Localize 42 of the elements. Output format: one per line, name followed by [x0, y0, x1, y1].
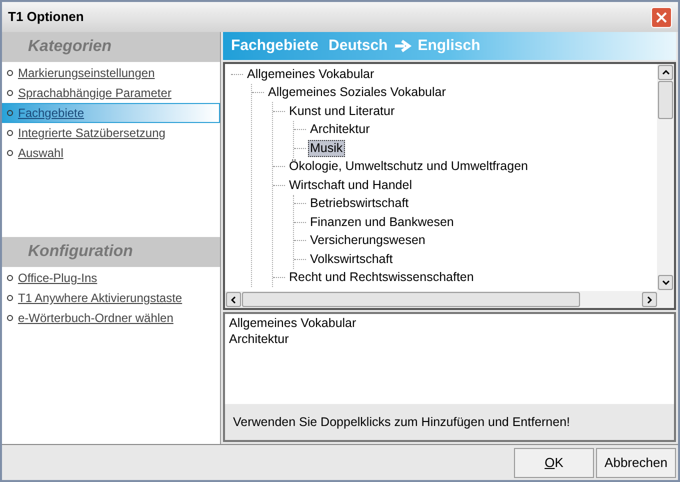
tree-item[interactable]: Kunst und Literatur: [287, 102, 397, 120]
vertical-scrollbar[interactable]: [657, 64, 674, 291]
tree-item[interactable]: Wirtschaft und Handel: [287, 176, 414, 194]
tree-item[interactable]: Versicherungswesen: [308, 232, 428, 250]
tree-item[interactable]: Allgemeines Soziales Vokabular: [266, 84, 448, 102]
panel-title: Fachgebiete: [231, 36, 319, 56]
source-language: Deutsch: [328, 36, 388, 56]
chevron-up-icon: [662, 70, 670, 75]
chevron-down-icon: [662, 280, 670, 285]
sidebar-link[interactable]: e-Wörterbuch-Ordner wählen: [2, 308, 220, 328]
scroll-thumb[interactable]: [658, 81, 673, 119]
section-header: Konfiguration: [2, 237, 220, 267]
hint-text: Verwenden Sie Doppelklicks zum Hinzufügen und Entfernen!: [233, 414, 570, 431]
dialog-button[interactable]: Abbrechen: [596, 448, 676, 478]
scroll-thumb[interactable]: [242, 292, 580, 307]
selected-subject[interactable]: Architektur: [229, 331, 674, 347]
tree-item[interactable]: Volkswirtschaft: [308, 250, 395, 268]
chevron-left-icon: [231, 296, 236, 304]
sidebar-link[interactable]: Markierungseinstellungen: [2, 63, 220, 83]
tree-item[interactable]: Betriebswirtschaft: [308, 195, 411, 212]
close-icon: [656, 12, 667, 22]
sidebar-link[interactable]: Office-Plug-Ins: [2, 268, 220, 288]
sidebar-link[interactable]: Auswahl: [2, 143, 220, 163]
tree-item[interactable]: Allgemeines Vokabular: [245, 66, 376, 83]
sidebar-link[interactable]: Integrierte Satzübersetzung: [2, 123, 220, 143]
tree-item[interactable]: Architektur: [308, 121, 372, 138]
chevron-right-icon: [647, 296, 652, 304]
dialog-button[interactable]: OK: [514, 448, 594, 478]
sidebar-link[interactable]: T1 Anywhere Aktivierungstaste: [2, 288, 220, 308]
window-title: T1 Optionen: [8, 8, 84, 26]
arrow-right-icon: [394, 39, 412, 53]
selected-subject[interactable]: Allgemeines Vokabular: [229, 315, 674, 331]
section-header: Kategorien: [2, 32, 220, 62]
tree-item[interactable]: Recht und Rechtswissenschaften: [287, 269, 476, 286]
tree-item[interactable]: Finanzen und Bankwesen: [308, 214, 456, 231]
tree-item[interactable]: Ökologie, Umweltschutz und Umweltfragen: [287, 158, 530, 176]
sidebar-link[interactable]: Sprachabhängige Parameter: [2, 83, 220, 103]
tree-item[interactable]: Musik: [308, 140, 345, 157]
horizontal-scrollbar[interactable]: [225, 291, 674, 308]
target-language: Englisch: [418, 36, 480, 56]
sidebar-link[interactable]: Fachgebiete: [2, 103, 220, 123]
close-button[interactable]: [651, 6, 672, 28]
